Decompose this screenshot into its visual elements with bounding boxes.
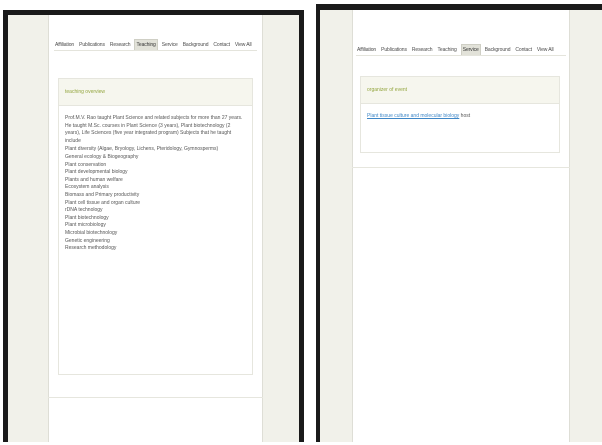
subject-item: Plant developmental biology [65, 169, 128, 176]
event-link[interactable]: Plant tissue culture and molecular biolo… [367, 113, 459, 119]
organizer-of-event-panel: organizer of event Plant tissue culture … [360, 76, 560, 153]
right-screenshot-frame: Affiliation Publications Research Teachi… [316, 4, 602, 442]
subject-item: Plants and human welfare [65, 176, 123, 183]
tab-view-all[interactable]: View All [234, 40, 253, 50]
subject-item: Research methodology [65, 245, 117, 252]
footer-divider [352, 167, 570, 168]
event-role-tag: host [460, 113, 471, 119]
subject-item: General ecology & Biogeography [65, 153, 139, 160]
panel-title: organizer of event [367, 87, 408, 93]
left-browser-screen: Affiliation Publications Research Teachi… [8, 15, 299, 442]
tab-view-all[interactable]: View All [536, 45, 555, 55]
subject-item: Biomass and Primary productivity [65, 191, 140, 198]
tab-contact[interactable]: Contact [514, 45, 533, 55]
page-edge [352, 10, 353, 442]
tab-affiliation[interactable]: Affiliation [356, 45, 377, 55]
tab-divider [356, 55, 566, 56]
left-profile-page: Affiliation Publications Research Teachi… [48, 15, 263, 442]
footer-divider [48, 397, 263, 398]
tab-publications[interactable]: Publications [380, 45, 408, 55]
panel-body: Plant tissue culture and molecular biolo… [361, 104, 559, 130]
tab-background[interactable]: Background [484, 45, 512, 55]
right-profile-page: Affiliation Publications Research Teachi… [352, 10, 570, 442]
right-browser-screen: Affiliation Publications Research Teachi… [320, 10, 602, 442]
tab-publications[interactable]: Publications [78, 40, 106, 50]
page-edge [262, 15, 263, 442]
tab-contact[interactable]: Contact [212, 40, 231, 50]
panel-body: Prof.M.V. Rao taught Plant Science and r… [59, 106, 252, 262]
tab-teaching[interactable]: Teaching [436, 45, 457, 55]
tab-research[interactable]: Research [109, 40, 132, 50]
panel-title: teaching overview [65, 89, 106, 95]
subject-item: Plant cell tissue and organ culture [65, 199, 141, 206]
tab-background[interactable]: Background [182, 40, 210, 50]
subject-item: Plant diversity (Algae, Bryology, Lichen… [65, 146, 219, 153]
subject-item: Ecosystem analysis [65, 184, 109, 191]
panel-header: organizer of event [361, 77, 559, 104]
page-edge [48, 15, 49, 442]
subject-item: rDNA technology [65, 207, 103, 214]
subject-item: Microbial biotechnology [65, 229, 118, 236]
subject-item: Plant biotechnology [65, 214, 109, 221]
tab-research[interactable]: Research [411, 45, 434, 55]
tab-divider [54, 50, 257, 51]
tab-affiliation[interactable]: Affiliation [54, 40, 75, 50]
tab-service[interactable]: Service [161, 40, 179, 50]
subject-item: Plant microbiology [65, 222, 106, 229]
page-edge [569, 10, 570, 442]
subject-item: Plant conservation [65, 161, 107, 168]
panel-header: teaching overview [59, 79, 252, 106]
teaching-intro: Prof.M.V. Rao taught Plant Science and r… [65, 115, 243, 144]
subject-item: Genetic engineering [65, 237, 110, 244]
left-screenshot-frame: Affiliation Publications Research Teachi… [3, 10, 304, 442]
teaching-overview-panel: teaching overview Prof.M.V. Rao taught P… [58, 78, 253, 375]
